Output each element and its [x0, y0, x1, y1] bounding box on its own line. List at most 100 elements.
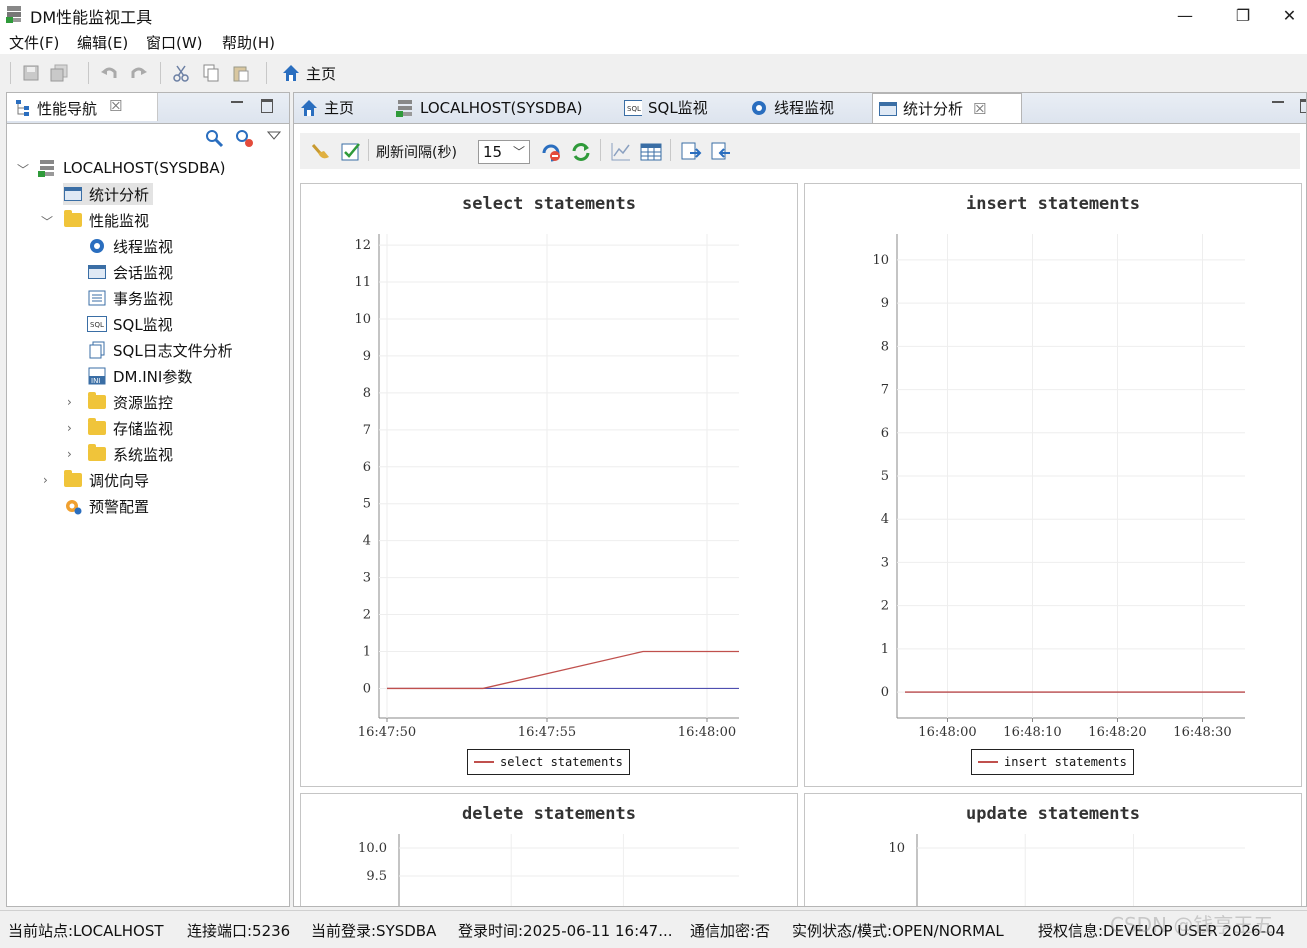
- y-tick-label: 3: [363, 571, 371, 586]
- collapse-chevron-icon[interactable]: ﹀: [17, 161, 29, 178]
- interval-select[interactable]: 15 ﹀: [478, 140, 530, 164]
- clear-brush-icon[interactable]: [310, 141, 332, 163]
- y-tick-label: 4: [881, 512, 889, 527]
- save-icon[interactable]: [22, 64, 40, 82]
- tree-node-stats[interactable]: 统计分析: [63, 183, 154, 205]
- legend-label: insert statements: [1004, 755, 1127, 769]
- y-tick-label: 9: [881, 296, 889, 311]
- minimize-icon[interactable]: [1272, 101, 1284, 103]
- view-menu-icon[interactable]: [267, 131, 281, 141]
- svg-text:INI: INI: [91, 377, 100, 385]
- minimize-button[interactable]: —: [1162, 0, 1208, 30]
- x-tick-label: 16:48:00: [918, 725, 976, 740]
- tab-label: 线程监视: [774, 99, 835, 117]
- maximize-icon[interactable]: [261, 99, 273, 113]
- tree-node-label: 预警配置: [89, 497, 150, 516]
- check-icon[interactable]: [340, 141, 362, 163]
- tree-node-localhost[interactable]: LOCALHOST(SYSDBA): [37, 157, 226, 179]
- y-tick-label: 9: [363, 349, 371, 364]
- menu-edit[interactable]: 编辑(E): [77, 32, 128, 53]
- chart-title: insert statements: [966, 194, 1140, 214]
- table-icon[interactable]: [640, 141, 662, 163]
- chart-legend: select statements: [467, 749, 630, 775]
- disconnect-icon[interactable]: [235, 129, 255, 149]
- redo-icon[interactable]: [130, 64, 148, 82]
- import-icon[interactable]: [710, 141, 732, 163]
- y-tick-label: 9.5: [366, 869, 387, 884]
- stop-refresh-icon[interactable]: [540, 141, 562, 163]
- maximize-icon[interactable]: [1300, 99, 1306, 113]
- expand-chevron-icon[interactable]: ›: [67, 421, 72, 435]
- series-line: [387, 650, 739, 690]
- undo-icon[interactable]: [100, 64, 118, 82]
- refresh-icon[interactable]: [570, 141, 592, 163]
- tab-label: LOCALHOST(SYSDBA): [420, 98, 583, 117]
- home-icon[interactable]: [282, 64, 300, 82]
- tree-node-alarm[interactable]: 预警配置: [63, 495, 149, 517]
- expand-chevron-icon[interactable]: ›: [67, 395, 72, 409]
- navigator-tab[interactable]: 性能导航 ☒: [7, 93, 158, 121]
- connect-icon[interactable]: [205, 129, 225, 149]
- home-icon: [300, 99, 318, 117]
- close-tab-icon[interactable]: ☒: [973, 100, 986, 118]
- tree-node-sql-monitor[interactable]: SQL SQL监视: [87, 313, 173, 335]
- expand-chevron-icon[interactable]: ›: [43, 473, 48, 487]
- y-tick-label: 2: [363, 608, 371, 623]
- interval-value: 15: [483, 143, 503, 161]
- collapse-chevron-icon[interactable]: ﹀: [41, 213, 53, 230]
- home-label[interactable]: 主页: [306, 63, 336, 84]
- line-chart-icon[interactable]: [610, 141, 632, 163]
- menu-file[interactable]: 文件(F): [9, 32, 59, 53]
- tree-node-dm-ini[interactable]: INI DM.INI参数: [87, 365, 192, 387]
- x-tick-label: 16:48:20: [1088, 725, 1146, 740]
- cut-icon[interactable]: [172, 64, 190, 82]
- y-tick-label: 10: [872, 253, 889, 268]
- y-tick-label: 10: [354, 312, 371, 327]
- gear-icon: [750, 99, 768, 117]
- chevron-down-icon: ﹀: [513, 145, 526, 159]
- menu-window[interactable]: 窗口(W): [146, 32, 203, 53]
- save-all-icon[interactable]: [50, 64, 68, 82]
- y-tick-label: 12: [354, 238, 371, 253]
- folder-icon: [63, 470, 83, 489]
- x-tick-label: 16:48:10: [1003, 725, 1061, 740]
- tree-node-storage[interactable]: 存储监视: [87, 417, 173, 439]
- tab-thread-monitor[interactable]: 线程监视: [750, 93, 834, 122]
- tree-node-system[interactable]: 系统监视: [87, 443, 173, 465]
- tree-node-label: 性能监视: [89, 211, 150, 230]
- copy-icon[interactable]: [202, 64, 220, 82]
- tree-node-perf-monitor[interactable]: 性能监视: [63, 209, 149, 231]
- sql-icon: SQL: [624, 99, 642, 117]
- y-tick-label: 10: [888, 841, 905, 856]
- chart-delete-statements: delete statements 10.0 9.5: [300, 793, 798, 906]
- server-icon: [37, 159, 57, 177]
- menu-help[interactable]: 帮助(H): [222, 32, 275, 53]
- tab-stats[interactable]: 统计分析 ☒: [872, 93, 1022, 123]
- window-icon: [63, 185, 83, 203]
- tree-node-label: 系统监视: [113, 445, 174, 464]
- y-tick-label: 0: [881, 685, 889, 700]
- legend-label: select statements: [500, 755, 623, 769]
- paste-icon[interactable]: [232, 64, 250, 82]
- tree-node-sql-log-analysis[interactable]: SQL日志文件分析: [87, 339, 233, 361]
- editor-tabbar: 主页 LOCALHOST(SYSDBA) SQL SQL监视 线程监视 统计分析…: [294, 93, 1306, 124]
- export-icon[interactable]: [680, 141, 702, 163]
- menu-bar: 文件(F) 编辑(E) 窗口(W) 帮助(H): [0, 30, 1307, 54]
- tab-localhost[interactable]: LOCALHOST(SYSDBA): [396, 93, 583, 122]
- tab-home[interactable]: 主页: [300, 93, 354, 122]
- minimize-icon[interactable]: [231, 101, 243, 103]
- chart-select-statements: select statements 0 1 2 3 4 5 6 7 8 9 10 11 12 16:47:…: [300, 183, 798, 787]
- tree-node-tuning[interactable]: 调优向导: [63, 469, 149, 491]
- tree-node-transaction-monitor[interactable]: 事务监视: [87, 287, 173, 309]
- tree-node-resource[interactable]: 资源监控: [87, 391, 173, 413]
- close-tab-icon[interactable]: ☒: [109, 97, 122, 115]
- status-login-time: 登录时间:2025-06-11 16:47...: [458, 922, 673, 940]
- tree-node-thread-monitor[interactable]: 线程监视: [87, 235, 173, 257]
- expand-chevron-icon[interactable]: ›: [67, 447, 72, 461]
- tree-node-session-monitor[interactable]: 会话监视: [87, 261, 173, 283]
- x-tick-label: 16:47:55: [518, 725, 576, 740]
- tab-sql-monitor[interactable]: SQL SQL监视: [624, 93, 708, 122]
- tree-node-label: SQL监视: [113, 315, 173, 334]
- close-button[interactable]: ✕: [1272, 0, 1307, 30]
- restore-button[interactable]: ❐: [1220, 0, 1266, 30]
